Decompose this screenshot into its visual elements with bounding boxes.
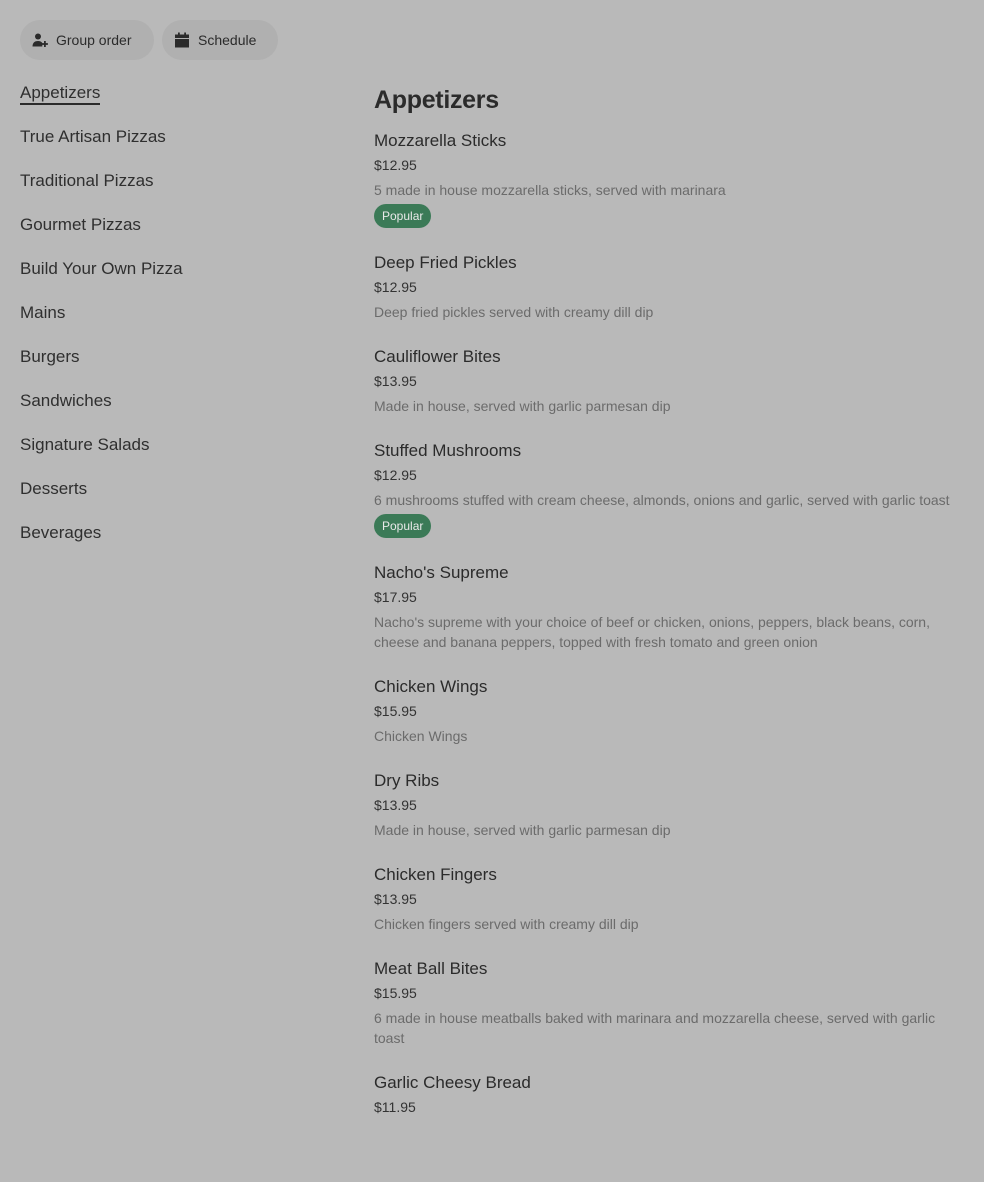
item-name: Chicken Fingers	[374, 865, 497, 884]
menu-item[interactable]: Nacho's Supreme $17.95 Nacho's supreme w…	[374, 562, 964, 652]
section-title: Appetizers	[374, 86, 499, 114]
item-description: Made in house, served with garlic parmes…	[374, 822, 671, 838]
item-price: $15.95	[374, 985, 417, 1001]
category-label: Traditional Pizzas	[20, 171, 154, 190]
item-description: Deep fried pickles served with creamy di…	[374, 304, 654, 320]
category-link-desserts[interactable]: Desserts	[20, 478, 320, 522]
popular-badge: Popular	[374, 514, 432, 538]
menu-item[interactable]: Dry Ribs $13.95 Made in house, served wi…	[374, 770, 964, 840]
popular-badge: Popular	[374, 204, 432, 228]
category-label: Beverages	[20, 523, 102, 542]
category-link-build-your-own-pizza[interactable]: Build Your Own Pizza	[20, 258, 320, 302]
item-name: Mozzarella Sticks	[374, 131, 507, 150]
calendar-icon	[174, 32, 190, 48]
schedule-button[interactable]: Schedule	[162, 20, 278, 60]
item-price: $12.95	[374, 279, 417, 295]
item-description: 5 made in house mozzarella sticks, serve…	[374, 182, 726, 198]
category-label: Mains	[20, 303, 66, 322]
category-link-gourmet-pizzas[interactable]: Gourmet Pizzas	[20, 214, 320, 258]
item-price: $11.95	[374, 1099, 416, 1115]
item-name: Stuffed Mushrooms	[374, 441, 522, 460]
category-label: True Artisan Pizzas	[20, 127, 166, 146]
item-description: Chicken Wings	[374, 728, 468, 744]
menu-item[interactable]: Meat Ball Bites $15.95 6 made in house m…	[374, 958, 964, 1048]
item-price: $17.95	[374, 589, 417, 605]
group-order-label: Group order	[56, 32, 132, 48]
category-link-mains[interactable]: Mains	[20, 302, 320, 346]
item-name: Meat Ball Bites	[374, 959, 488, 978]
menu-item[interactable]: Stuffed Mushrooms $12.95 6 mushrooms stu…	[374, 440, 964, 538]
category-link-beverages[interactable]: Beverages	[20, 522, 320, 566]
category-sidebar: Appetizers True Artisan Pizzas Tradition…	[20, 82, 320, 566]
category-link-appetizers[interactable]: Appetizers	[20, 82, 320, 126]
item-price: $12.95	[374, 467, 417, 483]
category-label: Appetizers	[20, 83, 101, 105]
menu-item[interactable]: Chicken Wings $15.95 Chicken Wings	[374, 676, 964, 746]
category-link-true-artisan-pizzas[interactable]: True Artisan Pizzas	[20, 126, 320, 170]
item-name: Dry Ribs	[374, 771, 440, 790]
menu-item[interactable]: Deep Fried Pickles $12.95 Deep fried pic…	[374, 252, 964, 322]
item-name: Chicken Wings	[374, 677, 488, 696]
item-description: 6 mushrooms stuffed with cream cheese, a…	[374, 492, 950, 508]
category-label: Sandwiches	[20, 391, 112, 410]
schedule-label: Schedule	[198, 32, 257, 48]
item-name: Deep Fried Pickles	[374, 253, 517, 272]
item-name: Garlic Cheesy Bread	[374, 1073, 531, 1092]
top-actions: Group order Schedule	[20, 20, 278, 60]
item-description: Nacho's supreme with your choice of beef…	[374, 614, 930, 650]
category-label: Signature Salads	[20, 435, 150, 454]
person-add-icon	[32, 32, 48, 48]
item-price: $15.95	[374, 703, 417, 719]
category-link-sandwiches[interactable]: Sandwiches	[20, 390, 320, 434]
category-link-traditional-pizzas[interactable]: Traditional Pizzas	[20, 170, 320, 214]
menu-section: Appetizers Mozzarella Sticks $12.95 5 ma…	[374, 84, 964, 1140]
category-link-burgers[interactable]: Burgers	[20, 346, 320, 390]
menu-item[interactable]: Chicken Fingers $13.95 Chicken fingers s…	[374, 864, 964, 934]
category-label: Desserts	[20, 479, 88, 498]
category-label: Build Your Own Pizza	[20, 259, 183, 278]
item-price: $13.95	[374, 891, 417, 907]
category-link-signature-salads[interactable]: Signature Salads	[20, 434, 320, 478]
item-name: Cauliflower Bites	[374, 347, 501, 366]
category-label: Burgers	[20, 347, 80, 366]
item-name: Nacho's Supreme	[374, 563, 509, 582]
menu-item[interactable]: Garlic Cheesy Bread $11.95	[374, 1072, 964, 1116]
item-price: $13.95	[374, 797, 417, 813]
group-order-button[interactable]: Group order	[20, 20, 154, 60]
category-label: Gourmet Pizzas	[20, 215, 141, 234]
store-menu-page: Group order Schedule Appetizers True Art…	[0, 0, 984, 1182]
menu-item[interactable]: Cauliflower Bites $13.95 Made in house, …	[374, 346, 964, 416]
menu-item[interactable]: Mozzarella Sticks $12.95 5 made in house…	[374, 130, 964, 228]
item-price: $13.95	[374, 373, 417, 389]
item-price: $12.95	[374, 157, 417, 173]
item-description: 6 made in house meatballs baked with mar…	[374, 1010, 936, 1046]
item-description: Chicken fingers served with creamy dill …	[374, 916, 639, 932]
item-description: Made in house, served with garlic parmes…	[374, 398, 671, 414]
